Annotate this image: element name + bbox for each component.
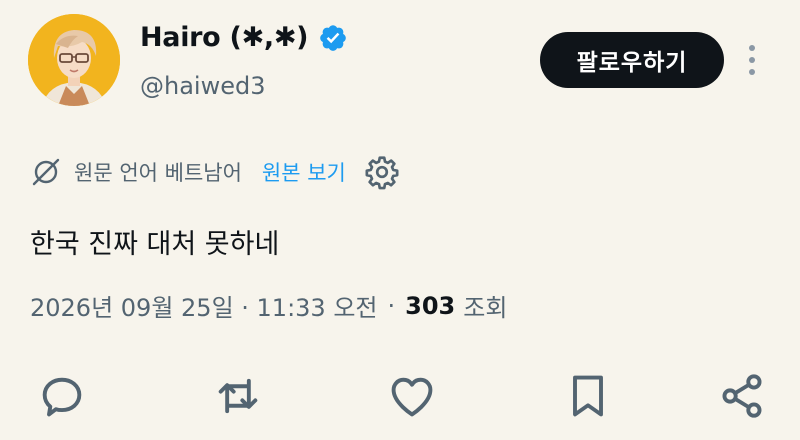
tweet-datetime[interactable]: 2026년 09월 25일 · 11:33 오전 xyxy=(30,288,378,323)
bookmark-icon[interactable] xyxy=(562,370,614,422)
follow-button[interactable]: 팔로우하기 xyxy=(540,32,724,88)
translation-row: 원문 언어 베트남어 원본 보기 xyxy=(30,154,400,190)
translation-source-text: 원문 언어 베트남어 xyxy=(74,161,242,185)
reply-icon[interactable] xyxy=(36,370,88,422)
translate-icon xyxy=(32,158,60,186)
tweet-text: 한국 진짜 대처 못하네 xyxy=(30,229,280,260)
meta-separator: · xyxy=(387,291,396,320)
heart-icon[interactable] xyxy=(386,370,438,422)
avatar[interactable] xyxy=(28,14,120,106)
views-count: 303 xyxy=(405,291,456,320)
retweet-icon[interactable] xyxy=(212,370,264,422)
more-vertical-icon[interactable] xyxy=(742,42,762,78)
tweet-meta: 2026년 09월 25일 · 11:33 오전 · 303 조회 xyxy=(30,288,507,323)
share-icon[interactable] xyxy=(716,370,768,422)
show-original-link[interactable]: 원본 보기 xyxy=(262,157,346,187)
action-bar xyxy=(0,370,800,426)
avatar-image xyxy=(28,14,120,106)
user-name[interactable]: Hairo (✱,✱) xyxy=(140,22,309,53)
verified-badge-icon xyxy=(320,24,347,51)
user-name-row[interactable]: Hairo (✱,✱) xyxy=(140,22,348,53)
views-label: 조회 xyxy=(463,294,508,322)
user-handle[interactable]: @haiwed3 xyxy=(140,72,265,100)
gear-icon[interactable] xyxy=(364,154,400,190)
